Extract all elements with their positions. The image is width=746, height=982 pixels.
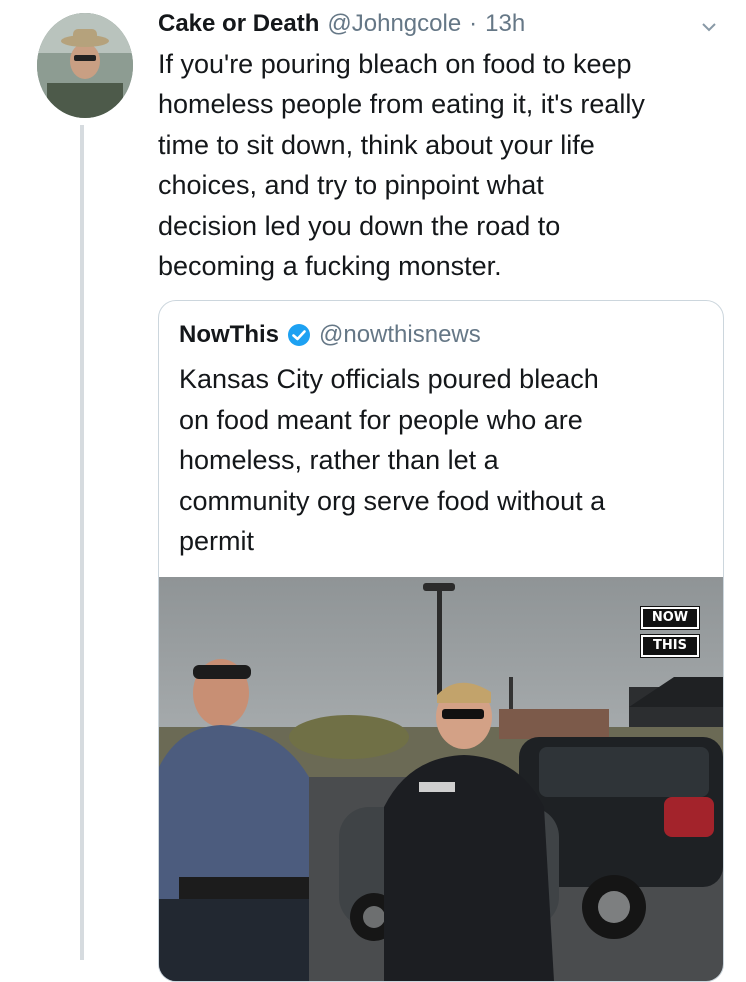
quoted-tweet-text: Kansas City officials poured bleach on f… — [179, 359, 709, 562]
quoted-text-line: on food meant for people who are — [179, 404, 583, 435]
tweet-text-line: time to sit down, think about your life — [158, 129, 595, 160]
quoted-text-line: permit — [179, 526, 255, 557]
nowthis-watermark: NOW THIS — [640, 606, 700, 658]
tweet-text-line: homeless people from eating it, it's rea… — [158, 89, 645, 120]
quoted-text-line: Kansas City officials poured bleach — [179, 364, 599, 394]
quoted-text-line: homeless, rather than let a — [179, 445, 499, 476]
author-avatar[interactable] — [37, 13, 133, 118]
author-name[interactable]: Cake or Death — [158, 10, 319, 38]
author-handle[interactable]: @Johngcole — [327, 10, 461, 38]
header-separator: · — [469, 10, 478, 37]
tweet-text: If you're pouring bleach on food to keep… — [158, 44, 728, 286]
tweet-text-line: choices, and try to pinpoint what — [158, 170, 544, 201]
tweet-timestamp[interactable]: 13h — [485, 10, 525, 38]
tweet-text-line: becoming a fucking monster. — [158, 251, 502, 282]
tweet-text-line: If you're pouring bleach on food to keep — [158, 49, 632, 79]
quoted-tweet-video[interactable]: NOW THIS — [159, 577, 723, 981]
verified-badge-icon — [288, 324, 310, 346]
quoted-author-name[interactable]: NowThis — [179, 321, 279, 349]
quoted-text-line: community org serve food without a — [179, 485, 606, 516]
watermark-this: THIS — [640, 634, 700, 658]
quoted-tweet-card[interactable]: NowThis @nowthisnews Kansas City officia… — [158, 300, 724, 982]
chevron-down-icon[interactable] — [700, 18, 718, 36]
quoted-tweet-header: NowThis @nowthisnews — [179, 319, 481, 351]
thread-connector-line — [80, 125, 84, 960]
watermark-now: NOW — [640, 606, 700, 630]
tweet-text-line: decision led you down the road to — [158, 210, 561, 241]
tweet-header: Cake or Death @Johngcole · 13h — [158, 8, 718, 40]
quoted-author-handle[interactable]: @nowthisnews — [319, 321, 481, 349]
